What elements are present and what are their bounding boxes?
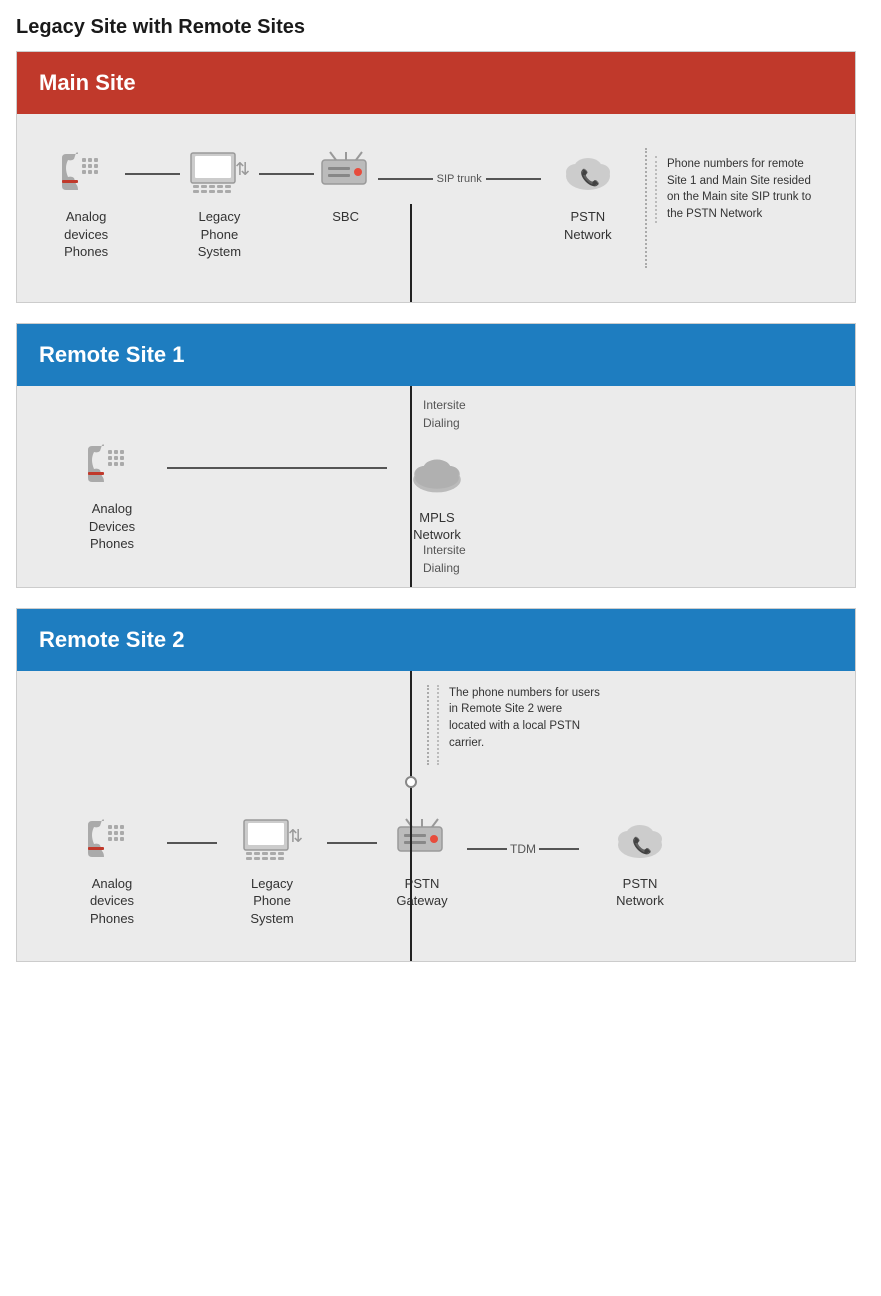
pstn-network-icon: 📞 (556, 148, 620, 202)
main-legacy-phone: ⇅ Legacy Phone System (180, 148, 258, 261)
page-title: Legacy Site with Remote Sites (16, 16, 865, 39)
svg-text:⇅: ⇅ (235, 159, 250, 179)
svg-text:⇅: ⇅ (288, 826, 303, 846)
svg-text:📞: 📞 (632, 835, 652, 855)
main-sbc: SBC (314, 148, 378, 226)
intersite-label-top: Intersite Dialing (423, 396, 466, 432)
remote2-pstn-note: The phone numbers for users in Remote Si… (437, 685, 602, 765)
remote2-pstn-note-area: The phone numbers for users in Remote Si… (427, 685, 602, 765)
remote2-pstn: 📞 PSTN Network (585, 815, 695, 910)
remote2-analog-device: Analog devices Phones (57, 815, 167, 928)
remote-site-2-banner: Remote Site 2 (17, 609, 855, 671)
pstn-gateway-icon (390, 815, 454, 869)
intersite-label-bottom: Intersite Dialing (423, 541, 466, 577)
tdm-label: TDM (510, 842, 536, 856)
remote2-pstn-icon: 📞 (608, 815, 672, 869)
remote2-legacy-phone: ⇅ Legacy Phone System (217, 815, 327, 928)
analog-phone-icon (54, 148, 118, 202)
remote-site-1-content: Intersite Dialing (17, 386, 855, 587)
mpls-icon (405, 449, 469, 503)
remote-site-1-banner: Remote Site 1 (17, 324, 855, 386)
remote2-analog-phone-icon (80, 815, 144, 869)
main-site-content: Analog devices Phones (17, 114, 855, 302)
remote2-pstn-gateway: PSTN Gateway (377, 815, 467, 910)
mpls-network: MPLS Network (387, 449, 487, 544)
legacy-phone-system-icon: ⇅ (187, 148, 251, 202)
remote1-analog-device: Analog Devices Phones (57, 440, 167, 553)
main-pstn-note: Phone numbers for remote Site 1 and Main… (655, 156, 825, 223)
svg-text:📞: 📞 (580, 167, 600, 187)
remote-site-2-content: The phone numbers for users in Remote Si… (17, 671, 855, 962)
main-site-banner: Main Site (17, 52, 855, 114)
remote2-legacy-phone-icon: ⇅ (240, 815, 304, 869)
sbc-icon (314, 148, 378, 202)
sip-trunk-label: SIP trunk (437, 173, 482, 185)
main-pstn: 📞 PSTN Network (549, 148, 627, 243)
main-analog-device: Analog devices Phones (47, 148, 125, 261)
remote1-analog-phone-icon (80, 440, 144, 494)
